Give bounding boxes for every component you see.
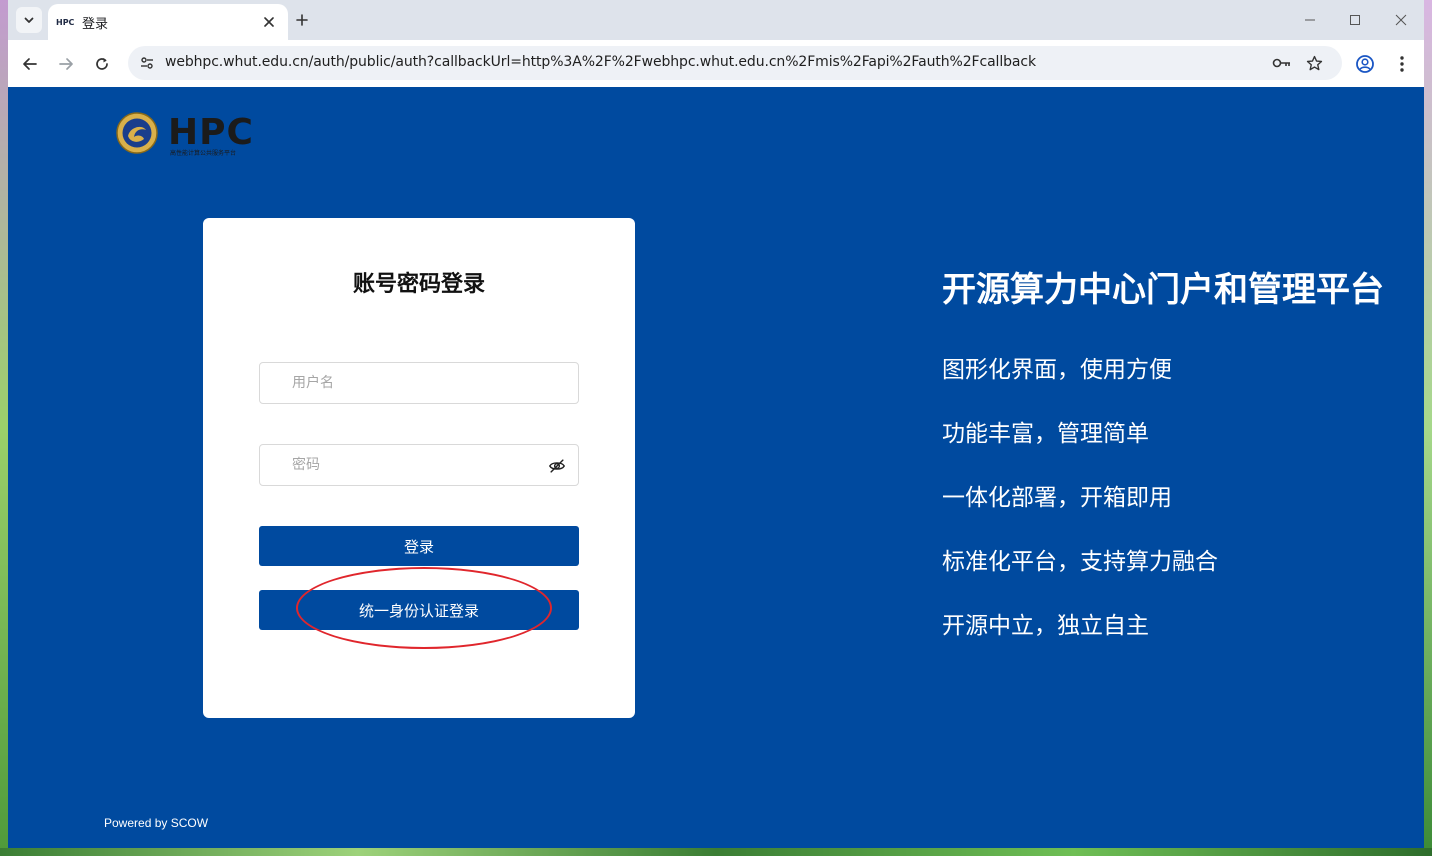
browser-window: HPC 登录 webhpc.whut.edu.cn/auth/public/au… bbox=[8, 0, 1424, 848]
favicon: HPC bbox=[56, 17, 75, 27]
tab-search-button[interactable] bbox=[16, 7, 42, 33]
login-card: 账号密码登录 登录 统一身份认证登录 bbox=[203, 218, 635, 718]
chevron-down-icon bbox=[24, 17, 34, 23]
username-input[interactable] bbox=[260, 363, 578, 403]
logo-subtitle: 高性能计算公共服务平台 bbox=[170, 150, 237, 157]
hpc-logo: HPC 高性能计算公共服务平台 bbox=[116, 112, 256, 157]
close-icon bbox=[264, 17, 274, 27]
sso-login-button[interactable]: 统一身份认证登录 bbox=[259, 590, 579, 630]
site-info-button[interactable] bbox=[136, 52, 158, 74]
menu-button[interactable] bbox=[1390, 52, 1414, 76]
desktop-background-right bbox=[1424, 0, 1432, 856]
maximize-button[interactable] bbox=[1335, 6, 1375, 34]
desktop-background-bottom bbox=[0, 848, 1432, 856]
username-field[interactable] bbox=[259, 362, 579, 404]
arrow-right-icon bbox=[59, 58, 73, 70]
reload-button[interactable] bbox=[88, 50, 116, 78]
key-icon bbox=[1272, 58, 1290, 68]
star-icon bbox=[1306, 55, 1322, 70]
feature-item: 开源中立，独立自主 bbox=[942, 613, 1149, 639]
feature-item: 一体化部署，开箱即用 bbox=[942, 485, 1172, 511]
url-text[interactable]: webhpc.whut.edu.cn/auth/public/auth?call… bbox=[165, 54, 1036, 70]
account-icon bbox=[1356, 55, 1374, 73]
feature-item: 标准化平台，支持算力融合 bbox=[942, 549, 1218, 575]
desktop-background-left bbox=[0, 0, 8, 856]
tune-icon bbox=[141, 57, 153, 69]
university-emblem-icon bbox=[116, 112, 158, 154]
tab-strip: HPC 登录 bbox=[8, 0, 1424, 40]
login-title: 账号密码登录 bbox=[352, 272, 485, 297]
browser-toolbar: webhpc.whut.edu.cn/auth/public/auth?call… bbox=[8, 40, 1424, 87]
toggle-password-visibility[interactable] bbox=[547, 456, 567, 476]
reload-icon bbox=[96, 58, 108, 70]
address-bar[interactable]: webhpc.whut.edu.cn/auth/public/auth?call… bbox=[128, 46, 1342, 80]
powered-by-footer: Powered by SCOW bbox=[104, 816, 209, 830]
password-key-button[interactable] bbox=[1272, 53, 1292, 73]
arrow-left-icon bbox=[23, 58, 37, 70]
window-close-button[interactable] bbox=[1381, 6, 1421, 34]
feature-item: 图形化界面，使用方便 bbox=[942, 357, 1172, 383]
plus-icon bbox=[296, 14, 308, 26]
eye-off-icon bbox=[548, 459, 566, 473]
features-title: 开源算力中心门户和管理平台 bbox=[942, 270, 1384, 310]
minimize-icon bbox=[1305, 19, 1315, 21]
close-icon bbox=[1395, 14, 1407, 26]
profile-button[interactable] bbox=[1353, 52, 1377, 76]
new-tab-button[interactable] bbox=[290, 8, 314, 32]
bookmark-button[interactable] bbox=[1304, 53, 1324, 73]
back-button[interactable] bbox=[16, 50, 44, 78]
page-content: HPC 高性能计算公共服务平台 账号密码登录 登录 统一身份认证登录 开源算力中… bbox=[8, 87, 1424, 848]
password-field[interactable] bbox=[259, 444, 579, 486]
tab-close-button[interactable] bbox=[260, 13, 278, 31]
feature-item: 功能丰富，管理简单 bbox=[942, 421, 1149, 447]
tab-login[interactable]: HPC 登录 bbox=[48, 4, 288, 40]
tab-title: 登录 bbox=[82, 16, 109, 32]
more-vert-icon bbox=[1400, 56, 1404, 72]
maximize-icon bbox=[1350, 15, 1360, 25]
minimize-button[interactable] bbox=[1290, 6, 1330, 34]
logo-text: HPC bbox=[168, 112, 254, 153]
password-input[interactable] bbox=[260, 445, 578, 485]
login-button[interactable]: 登录 bbox=[259, 526, 579, 566]
forward-button[interactable] bbox=[52, 50, 80, 78]
